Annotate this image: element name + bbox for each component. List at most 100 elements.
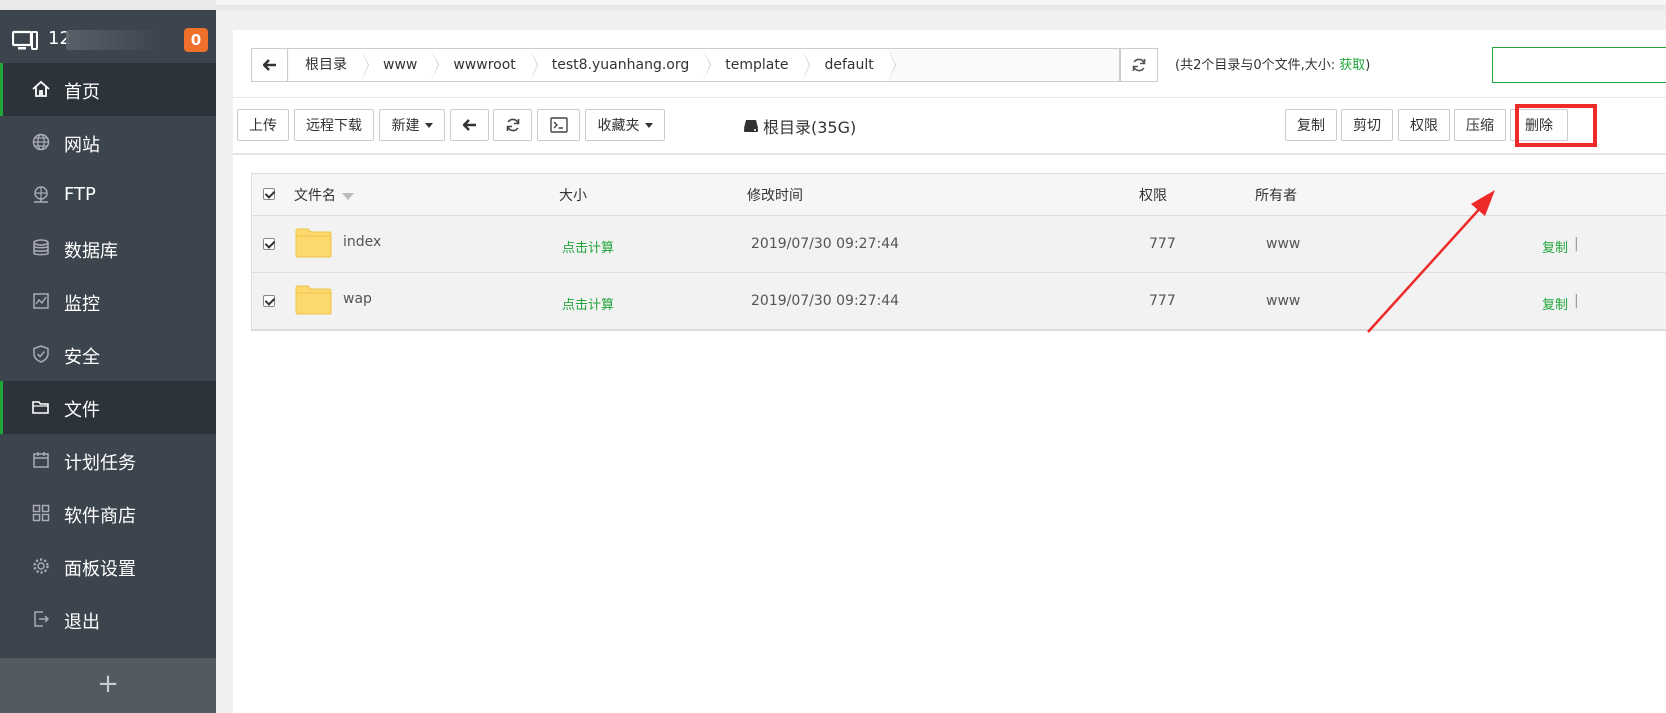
server-header: 12 0 [0,10,216,63]
folder-icon [295,228,332,258]
nav-label: 退出 [64,612,100,633]
browser-top-strip [0,0,1666,10]
breadcrumb-item[interactable]: default [802,49,897,81]
calendar-icon [33,452,49,468]
breadcrumb-item[interactable]: template [703,49,811,81]
nav-item-database[interactable]: 数据库 [0,222,216,275]
nav-label: 首页 [64,82,100,103]
ftp-icon [34,186,48,203]
breadcrumb-item[interactable]: www [361,49,440,81]
file-name[interactable]: index [343,234,381,250]
sidebar-nav: 首页 网站 FTP 数据库 监控 安全 文件 计划任务 软件商店 面板设置 退出 [0,63,216,646]
folder-icon [295,285,332,315]
nav-item-ftp[interactable]: FTP [0,169,216,222]
breadcrumb-item[interactable]: 根目录 [289,49,369,81]
modified-time: 2019/07/30 09:27:44 [751,236,900,252]
col-mtime[interactable]: 修改时间 [747,185,803,205]
caret-down-icon [424,122,433,128]
copy-link[interactable]: 复制 [1542,237,1568,256]
home-icon [32,80,50,97]
nav-item-monitor[interactable]: 监控 [0,275,216,328]
nav-item-home[interactable]: 首页 [0,63,216,116]
nav-item-security[interactable]: 安全 [0,328,216,381]
breadcrumb-item[interactable]: wwwroot [431,49,539,81]
nav-item-settings[interactable]: 面板设置 [0,540,216,593]
nav-label: 监控 [64,294,100,315]
owner-value: www [1266,236,1301,252]
copy-link[interactable]: 复制 [1542,294,1568,313]
gear-icon [33,558,49,574]
col-size[interactable]: 大小 [559,185,587,205]
summary-suffix: ) [1365,58,1371,73]
refresh-path-button[interactable] [1120,48,1158,82]
refresh-icon [1132,58,1146,72]
col-owner: 所有者 [1255,188,1297,204]
nav-label: 网站 [64,135,100,156]
new-dropdown-button[interactable]: 新建 [379,109,445,141]
divider [233,97,1666,98]
col-name-label: 文件名 [294,188,336,204]
remote-download-button[interactable]: 远程下载 [294,109,374,141]
copy-button[interactable]: 复制 [1285,109,1337,141]
permission-value[interactable]: 777 [1149,236,1176,252]
grid-icon [32,504,50,522]
button-label: 权限 [1410,118,1438,134]
shield-icon [33,345,49,363]
back-button[interactable] [450,109,489,141]
nav-label: 安全 [64,347,100,368]
permission-button[interactable]: 权限 [1398,109,1450,141]
permission-value[interactable]: 777 [1149,293,1176,309]
terminal-button[interactable] [537,109,580,141]
row-checkbox[interactable] [263,295,275,307]
computer-icon [12,30,38,50]
hard-drive-icon [744,120,758,132]
favorites-dropdown-button[interactable]: 收藏夹 [585,109,665,141]
refresh-icon [506,118,519,132]
button-label: 复制 [1297,118,1325,134]
modified-time: 2019/07/30 09:27:44 [751,293,900,309]
get-size-link[interactable]: 获取 [1339,58,1365,73]
breadcrumb-items: 根目录 www wwwroot test8.yuanhang.org templ… [289,49,897,81]
compress-button[interactable]: 压缩 [1454,109,1506,141]
refresh-button[interactable] [493,109,532,141]
nav-item-cron[interactable]: 计划任务 [0,434,216,487]
upload-button[interactable]: 上传 [237,109,289,141]
breadcrumb-item[interactable]: test8.yuanhang.org [529,49,712,81]
summary-prefix: (共2个目录与0个文件,大小: [1175,58,1340,73]
button-label: 压缩 [1466,118,1494,134]
sort-down-icon [342,192,354,200]
select-all-checkbox[interactable] [263,188,275,200]
nav-label: 计划任务 [64,453,136,474]
redacted-ip-mask [66,30,162,50]
top-strip-inner [216,0,1666,6]
nav-item-files[interactable]: 文件 [0,381,216,434]
row-checkbox[interactable] [263,238,275,250]
nav-item-logout[interactable]: 退出 [0,593,216,646]
nav-label: 文件 [64,400,100,421]
sidebar: 12 0 首页 网站 FTP 数据库 监控 安全 文件 计划任务 软件商店 面板… [0,10,216,713]
logout-icon [34,611,50,627]
arrow-left-icon [462,119,476,131]
nav-item-store[interactable]: 软件商店 [0,487,216,540]
file-name[interactable]: wap [343,291,372,307]
button-label: 新建 [391,118,420,134]
col-permission: 权限 [1139,188,1167,204]
breadcrumb: 根目录 www wwwroot test8.yuanhang.org templ… [251,48,1120,82]
col-name[interactable]: 文件名 [294,185,354,205]
button-label: 收藏夹 [597,118,640,134]
add-button[interactable]: + [0,658,216,713]
annotation-arrow-icon [1367,190,1495,333]
search-input[interactable] [1492,47,1666,83]
action-separator: | [1574,236,1579,252]
disk-info[interactable]: 根目录(35G) [743,114,856,138]
cut-button[interactable]: 剪切 [1341,109,1393,141]
nav-label: FTP [64,184,96,205]
nav-item-website[interactable]: 网站 [0,116,216,169]
back-button[interactable] [252,49,288,81]
caret-down-icon [644,122,653,128]
calc-size-link[interactable]: 点击计算 [562,294,614,313]
calc-size-link[interactable]: 点击计算 [562,237,614,256]
notification-badge[interactable]: 0 [184,28,208,52]
globe-icon [32,133,50,151]
folder-icon [32,401,49,414]
